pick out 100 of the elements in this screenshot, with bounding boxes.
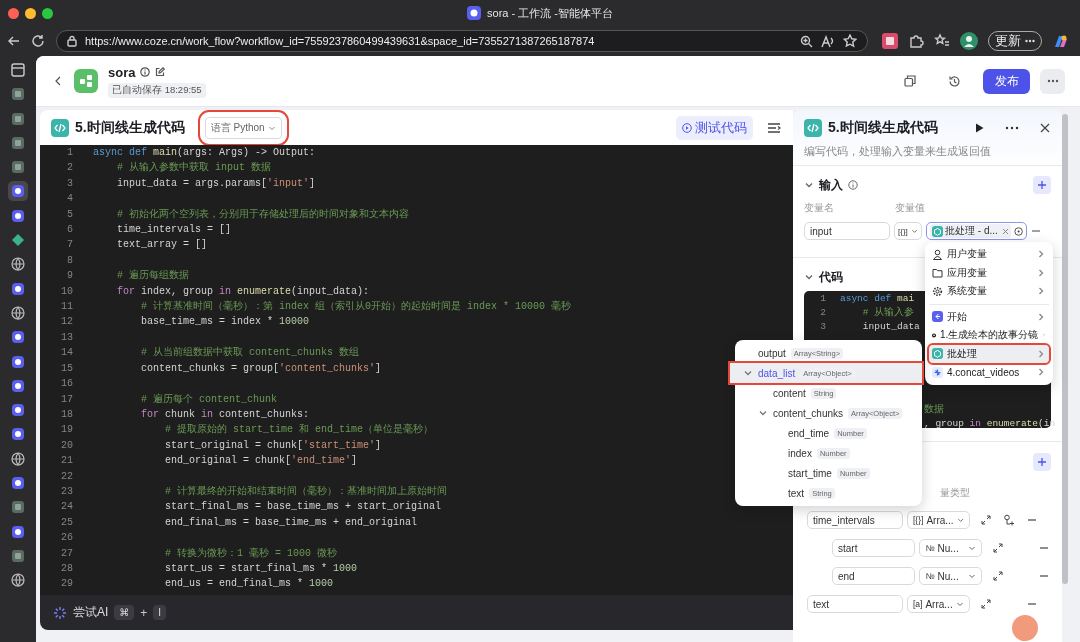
copy-icon[interactable] xyxy=(904,75,916,87)
variable-name: data_list xyxy=(758,367,796,379)
variable-name: end_time xyxy=(788,427,830,439)
app-icon[interactable] xyxy=(10,86,26,103)
more-icon[interactable] xyxy=(1005,125,1019,130)
code-line: time_intervals = [] xyxy=(116,223,232,238)
history-icon[interactable] xyxy=(948,74,961,88)
app-icon[interactable] xyxy=(10,134,26,151)
line-number: 7 xyxy=(66,238,73,253)
line-number: 9 xyxy=(66,269,73,284)
bot-icon[interactable] xyxy=(10,523,26,540)
bot-icon[interactable] xyxy=(8,181,28,202)
list-menu-icon[interactable] xyxy=(767,121,781,134)
globe-icon[interactable] xyxy=(10,304,26,321)
add-button[interactable] xyxy=(1033,453,1051,471)
menu-item[interactable]: 批处理 xyxy=(929,344,1049,363)
line-number: 1 xyxy=(66,146,73,160)
address-bar[interactable]: https://www.coze.cn/work_flow?workflow_id=7559237860499439631&space_id=7355271387265187874 xyxy=(56,30,868,52)
type-select[interactable]: [{}] xyxy=(894,222,922,240)
play-circle-icon xyxy=(682,122,692,133)
expand-icon[interactable] xyxy=(993,543,1003,553)
info-icon[interactable] xyxy=(140,67,151,77)
close-icon[interactable] xyxy=(1039,121,1051,134)
favorites-list-icon[interactable] xyxy=(934,33,950,49)
section-title: 代码 xyxy=(819,268,843,286)
zoom-icon[interactable] xyxy=(800,34,813,48)
chevron-down-icon xyxy=(910,227,918,235)
extension-icon[interactable] xyxy=(882,33,898,49)
try-ai-label: 尝试AI xyxy=(73,604,109,621)
chevron-icon[interactable] xyxy=(743,368,753,378)
reload-icon[interactable] xyxy=(30,33,46,49)
bot-icon[interactable] xyxy=(10,207,26,224)
code-line: # 从输入参数中获取 input 数据 xyxy=(116,160,271,176)
variable-reference-tag[interactable]: 批处理 - d... xyxy=(930,224,1011,238)
line-number: 8 xyxy=(66,253,73,268)
favorite-icon[interactable] xyxy=(843,34,857,48)
minimize-window-button[interactable] xyxy=(25,7,36,19)
expand-icon[interactable] xyxy=(981,515,991,525)
bot-icon[interactable] xyxy=(10,329,26,346)
profile-avatar-icon[interactable] xyxy=(960,32,978,50)
plus-icon xyxy=(1037,180,1047,190)
menu-item[interactable]: 系统变量 xyxy=(929,282,1049,301)
bot-icon[interactable] xyxy=(10,280,26,297)
code-icon xyxy=(804,118,822,137)
add-button[interactable] xyxy=(1033,176,1051,194)
globe-icon[interactable] xyxy=(10,450,26,467)
chevron-icon[interactable] xyxy=(804,180,814,190)
variable-name-field[interactable]: time_intervals xyxy=(807,511,903,529)
line-number: 20 xyxy=(60,438,73,453)
bot-icon[interactable] xyxy=(10,426,26,443)
variable-name-field[interactable]: end xyxy=(832,567,916,585)
diamond-icon[interactable] xyxy=(10,232,26,249)
app-icon[interactable] xyxy=(10,159,26,176)
globe-icon[interactable] xyxy=(10,256,26,273)
variable-name-field[interactable]: text xyxy=(807,595,903,613)
key-cap: ⌘ xyxy=(114,605,135,620)
bot-icon[interactable] xyxy=(10,402,26,419)
edit-icon[interactable] xyxy=(155,67,166,77)
app-icon[interactable] xyxy=(10,499,26,516)
code-line: base_time_ms = index * 10000 xyxy=(140,315,310,330)
add-child-icon[interactable] xyxy=(1003,514,1015,526)
type-select[interactable]: № Nu... xyxy=(919,567,982,585)
code-line: # 提取原始的 start_time 和 end_time（单位是毫秒） xyxy=(164,422,434,438)
menu-item[interactable]: 1.生成绘本的故事分镜 xyxy=(929,326,1049,345)
menu-item[interactable]: 应用变量 xyxy=(929,263,1049,282)
close-window-button[interactable] xyxy=(8,7,19,19)
puzzle-icon[interactable] xyxy=(908,33,924,49)
line-number: 25 xyxy=(60,515,73,530)
variable-name-field[interactable]: start xyxy=(832,539,916,557)
run-icon[interactable] xyxy=(973,121,985,134)
read-aloud-icon[interactable] xyxy=(821,34,835,48)
variable-name-field[interactable]: input xyxy=(804,222,890,240)
menu-item[interactable]: 用户变量 xyxy=(929,245,1049,264)
bot-icon[interactable] xyxy=(10,377,26,394)
chevron-icon[interactable] xyxy=(758,408,768,418)
app-icon[interactable] xyxy=(10,547,26,564)
code-line: for index, group in enumerate(input_data): xyxy=(116,284,370,299)
target-icon[interactable] xyxy=(1013,225,1023,237)
publish-button[interactable]: 发布 xyxy=(983,68,1030,94)
type-select[interactable]: [{}] Arra... xyxy=(907,511,970,529)
test-code-button[interactable]: 测试代码 xyxy=(676,115,753,140)
zoom-window-button[interactable] xyxy=(42,7,53,19)
bot-icon[interactable] xyxy=(10,475,26,492)
expand-icon[interactable] xyxy=(981,599,991,609)
tab-icon[interactable] xyxy=(10,62,26,78)
line-number: 12 xyxy=(60,315,73,330)
app-icon[interactable] xyxy=(10,110,26,127)
code-line: async def main(args: Args) -> Output: xyxy=(93,146,316,160)
line-number: 21 xyxy=(60,454,73,469)
expand-icon[interactable] xyxy=(993,571,1003,581)
code-line: # 计算基准时间（毫秒）：第 index 组（索引从0开始）的起始时间是 index * 10000 毫秒 xyxy=(140,299,572,315)
menu-item[interactable]: 4.concat_videos xyxy=(929,363,1049,382)
chevron-icon[interactable] xyxy=(804,272,814,282)
globe-icon[interactable] xyxy=(10,572,26,589)
type-select[interactable]: [a] Arra... xyxy=(907,595,970,613)
type-select[interactable]: № Nu... xyxy=(919,539,982,557)
bot-icon[interactable] xyxy=(10,353,26,370)
line-number: 19 xyxy=(60,423,73,438)
menu-item[interactable]: 开始 xyxy=(929,307,1049,326)
code-line: start_us = start_final_ms * 1000 xyxy=(164,561,358,576)
